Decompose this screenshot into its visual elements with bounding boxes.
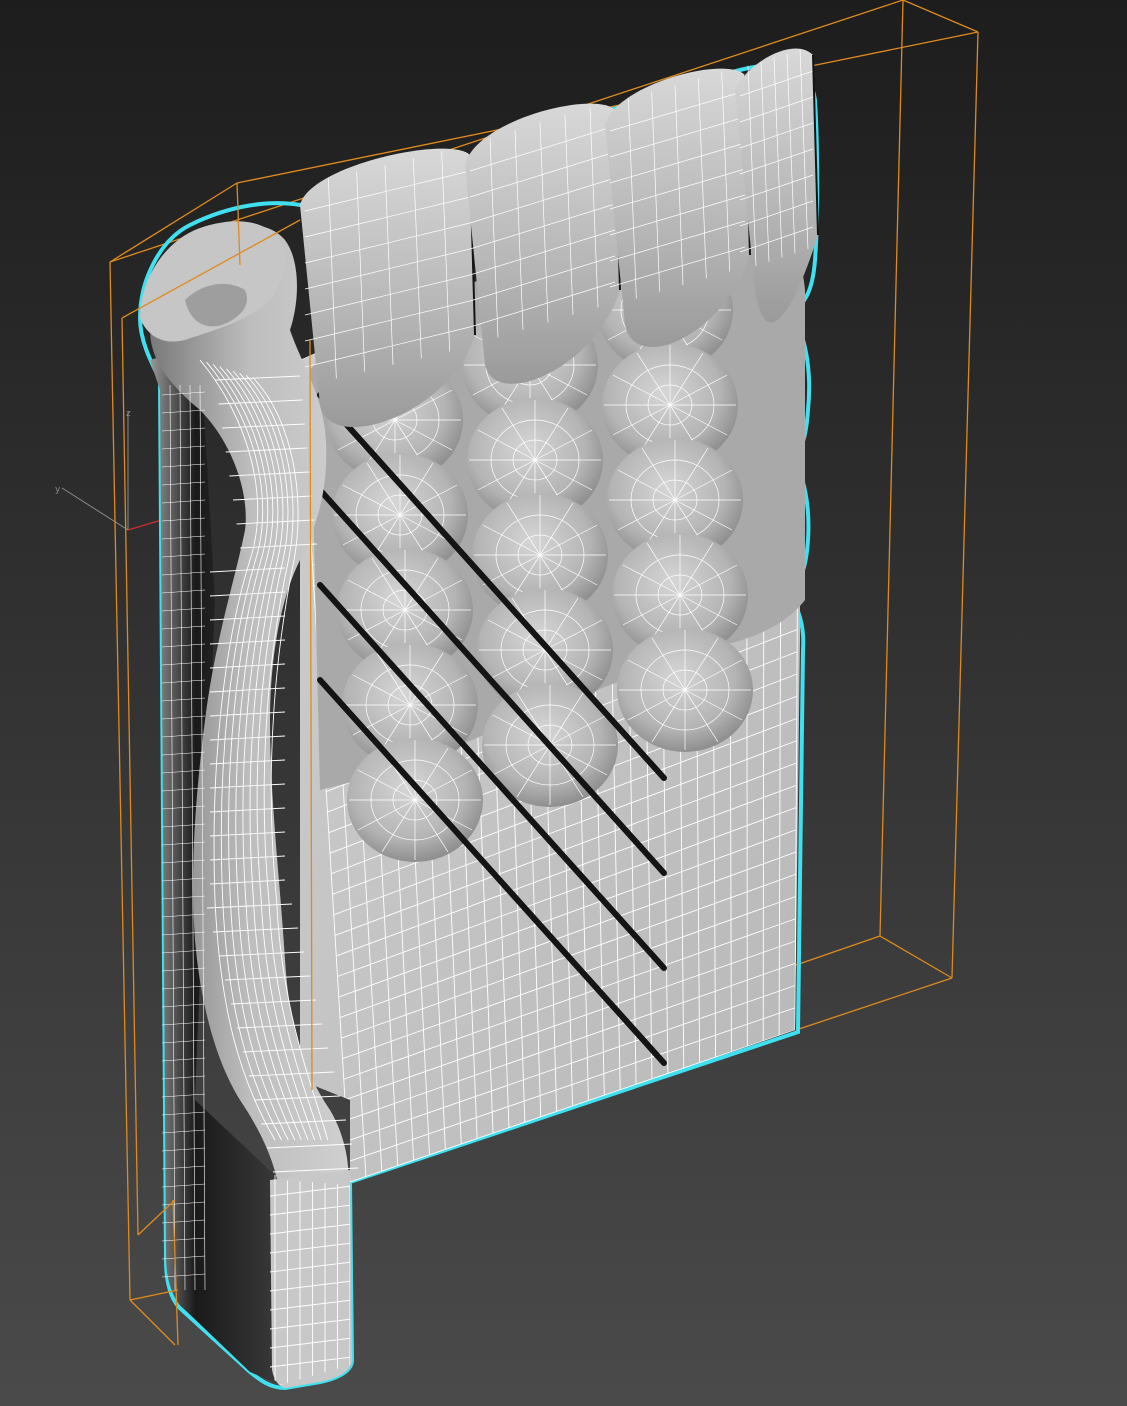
axis-y-label: y [55,485,61,495]
axis-z-label: z [126,409,131,419]
3d-viewport[interactable]: z y [0,0,1127,1406]
leg-block [270,1170,352,1388]
